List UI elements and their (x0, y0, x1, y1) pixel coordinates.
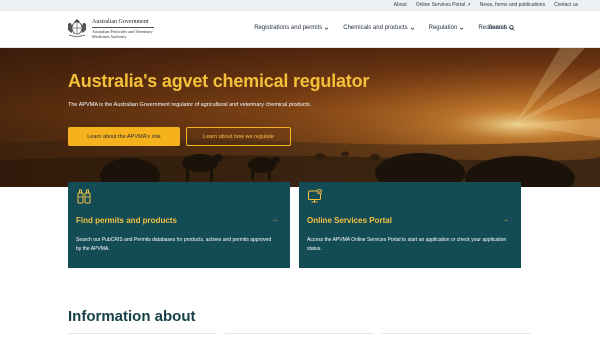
site-logo[interactable]: Australian Government Australian Pestici… (66, 18, 160, 39)
main-nav: Registrations and permits Chemicals and … (254, 25, 514, 31)
utility-links: About Online Services Portal ↗ News, for… (394, 1, 578, 9)
coat-of-arms-icon (68, 19, 86, 37)
search-icon (509, 25, 515, 31)
card-online-services-portal[interactable]: Online Services Portal → Access the APVM… (299, 182, 521, 268)
logo-divider (92, 27, 154, 28)
card-description: Search our PubCRIS and Permits databases… (76, 237, 272, 252)
logo-text: Australian Government Australian Pestici… (92, 18, 160, 39)
logo-agency: Australian Pesticides and Veterinary Med… (92, 29, 153, 39)
arrow-right-icon: → (272, 217, 278, 223)
hero-title: Australia's agvet chemical regulator (68, 71, 370, 91)
utility-link-contact[interactable]: Contact us (554, 1, 578, 9)
utility-link-about[interactable]: About (394, 1, 407, 9)
hero-subtitle: The APVMA is the Australian Government r… (68, 102, 312, 108)
chevron-down-icon (325, 27, 329, 30)
card-title: Find permits and products (76, 216, 177, 225)
search-button[interactable]: Search (488, 25, 515, 31)
hero-background-image (0, 48, 600, 187)
nav-registrations-and-permits[interactable]: Registrations and permits (254, 25, 329, 31)
chevron-down-icon (460, 27, 464, 30)
nav-label: Registrations and permits (254, 25, 323, 31)
hero-banner: Australia's agvet chemical regulator The… (0, 48, 600, 187)
info-card-edge (68, 333, 217, 337)
arrow-right-icon: → (503, 217, 509, 223)
nav-regulation[interactable]: Regulation (429, 25, 465, 31)
search-database-icon (77, 189, 91, 204)
card-title: Online Services Portal (307, 216, 392, 225)
chevron-down-icon (410, 27, 414, 30)
site-header: Australian Government Australian Pestici… (0, 11, 600, 48)
learn-how-we-regulate-button[interactable]: Learn about how we regulate (186, 127, 291, 146)
nav-label: Regulation (428, 25, 458, 31)
info-card-edge (382, 333, 531, 337)
utility-link-news[interactable]: News, forms and publications (480, 1, 545, 9)
card-description: Access the APVMA Online Services Portal … (307, 237, 507, 252)
info-cards-top-edge (68, 333, 531, 337)
monitor-icon (308, 188, 323, 203)
utility-bar: About Online Services Portal ↗ News, for… (0, 0, 600, 11)
logo-government: Australian Government (92, 19, 149, 25)
nav-chemicals-and-products[interactable]: Chemicals and products (343, 25, 414, 31)
nav-label: Chemicals and products (343, 25, 408, 31)
info-card-edge (225, 333, 374, 337)
search-label: Search (488, 25, 508, 31)
utility-link-online-services[interactable]: Online Services Portal ↗ (416, 1, 471, 9)
learn-about-role-button[interactable]: Learn about the APVMA's role (68, 127, 180, 146)
section-title: Information about (68, 308, 196, 325)
card-find-permits[interactable]: Find permits and products → Search our P… (68, 182, 290, 268)
